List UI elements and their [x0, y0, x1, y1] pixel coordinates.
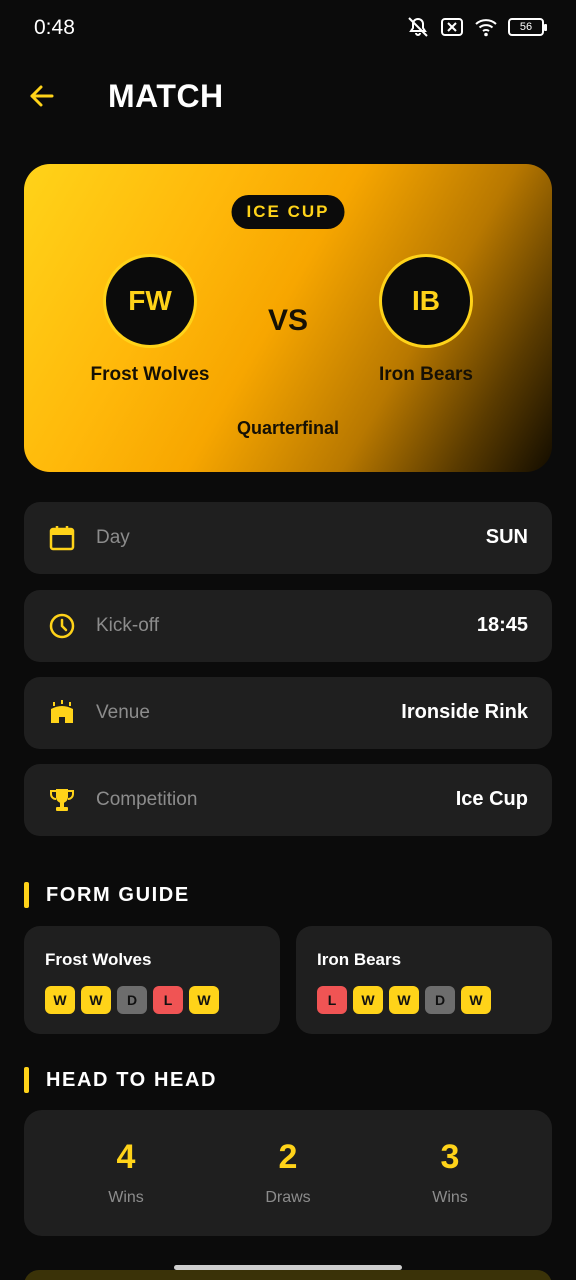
h2h-draws: 2 Draws: [200, 1138, 376, 1207]
head-to-head-header: HEAD TO HEAD: [24, 1066, 217, 1094]
form-card-away: Iron Bears L W W D W: [296, 926, 552, 1034]
home-team-name: Frost Wolves: [90, 364, 210, 385]
competition-badge: ICE CUP: [231, 195, 345, 229]
page-title: MATCH: [108, 78, 224, 114]
status-bar: 0:48 56: [0, 0, 576, 56]
away-team-logo: IB: [379, 254, 473, 348]
info-value: Ironside Rink: [401, 701, 528, 723]
result-chip: W: [81, 986, 111, 1014]
clock-icon: [48, 612, 76, 640]
form-results: W W D L W: [45, 986, 219, 1014]
info-label: Day: [96, 527, 130, 548]
match-stage: Quarterfinal: [236, 418, 340, 438]
info-label: Competition: [96, 789, 198, 810]
form-team-name: Frost Wolves: [45, 950, 152, 969]
wifi-icon: [474, 17, 498, 37]
calendar-icon: [48, 524, 76, 552]
h2h-value: 4: [116, 1138, 136, 1176]
h2h-label: Draws: [265, 1189, 311, 1206]
result-chip: L: [153, 986, 183, 1014]
battery-level: 56: [519, 21, 533, 33]
trophy-icon: [48, 786, 76, 814]
info-row-day: Day SUN: [24, 502, 552, 574]
h2h-value: 3: [440, 1138, 460, 1176]
battery-icon: 56: [508, 18, 547, 36]
info-row-kickoff: Kick-off 18:45: [24, 590, 552, 662]
info-row-venue: Venue Ironside Rink: [24, 677, 552, 749]
result-chip: W: [45, 986, 75, 1014]
back-button[interactable]: [22, 78, 62, 118]
result-chip: W: [189, 986, 219, 1014]
result-chip: W: [389, 986, 419, 1014]
h2h-value: 2: [278, 1138, 298, 1176]
form-guide-header: FORM GUIDE: [24, 881, 190, 909]
info-value: Ice Cup: [455, 788, 528, 810]
form-guide-title: FORM GUIDE: [46, 883, 190, 906]
section-accent-bar: [24, 1067, 29, 1093]
match-hero-card: ICE CUP FW Frost Wolves VS IB Iron Bears…: [24, 164, 552, 472]
status-icons: 56: [406, 16, 547, 38]
form-results: L W W D W: [317, 986, 491, 1014]
mute-icon: [406, 16, 430, 38]
h2h-label: Wins: [432, 1189, 468, 1206]
head-to-head-card: 4 Wins 2 Draws 3 Wins: [24, 1110, 552, 1236]
away-team-name: Iron Bears: [379, 364, 473, 385]
header: MATCH: [0, 64, 576, 132]
info-label: Kick-off: [96, 615, 160, 636]
h2h-label: Wins: [108, 1189, 144, 1206]
result-chip: W: [461, 986, 491, 1014]
h2h-home-wins: 4 Wins: [38, 1138, 214, 1207]
h2h-away-wins: 3 Wins: [362, 1138, 538, 1207]
form-team-name: Iron Bears: [317, 950, 402, 969]
head-to-head-title: HEAD TO HEAD: [46, 1068, 218, 1091]
info-row-competition: Competition Ice Cup: [24, 764, 552, 836]
info-value: SUN: [485, 526, 528, 548]
arrow-left-icon: [28, 82, 56, 115]
form-card-home: Frost Wolves W W D L W: [24, 926, 280, 1034]
info-label: Venue: [96, 702, 150, 723]
no-sim-icon: [440, 17, 464, 37]
stadium-icon: [48, 699, 76, 727]
result-chip: D: [117, 986, 147, 1014]
result-chip: W: [353, 986, 383, 1014]
result-chip: L: [317, 986, 347, 1014]
status-time: 0:48: [34, 16, 75, 39]
away-team[interactable]: IB Iron Bears: [336, 254, 516, 386]
result-chip: D: [425, 986, 455, 1014]
home-indicator[interactable]: [174, 1265, 402, 1270]
info-value: 18:45: [476, 614, 528, 636]
bottom-action-bar[interactable]: [24, 1270, 552, 1280]
section-accent-bar: [24, 882, 29, 908]
